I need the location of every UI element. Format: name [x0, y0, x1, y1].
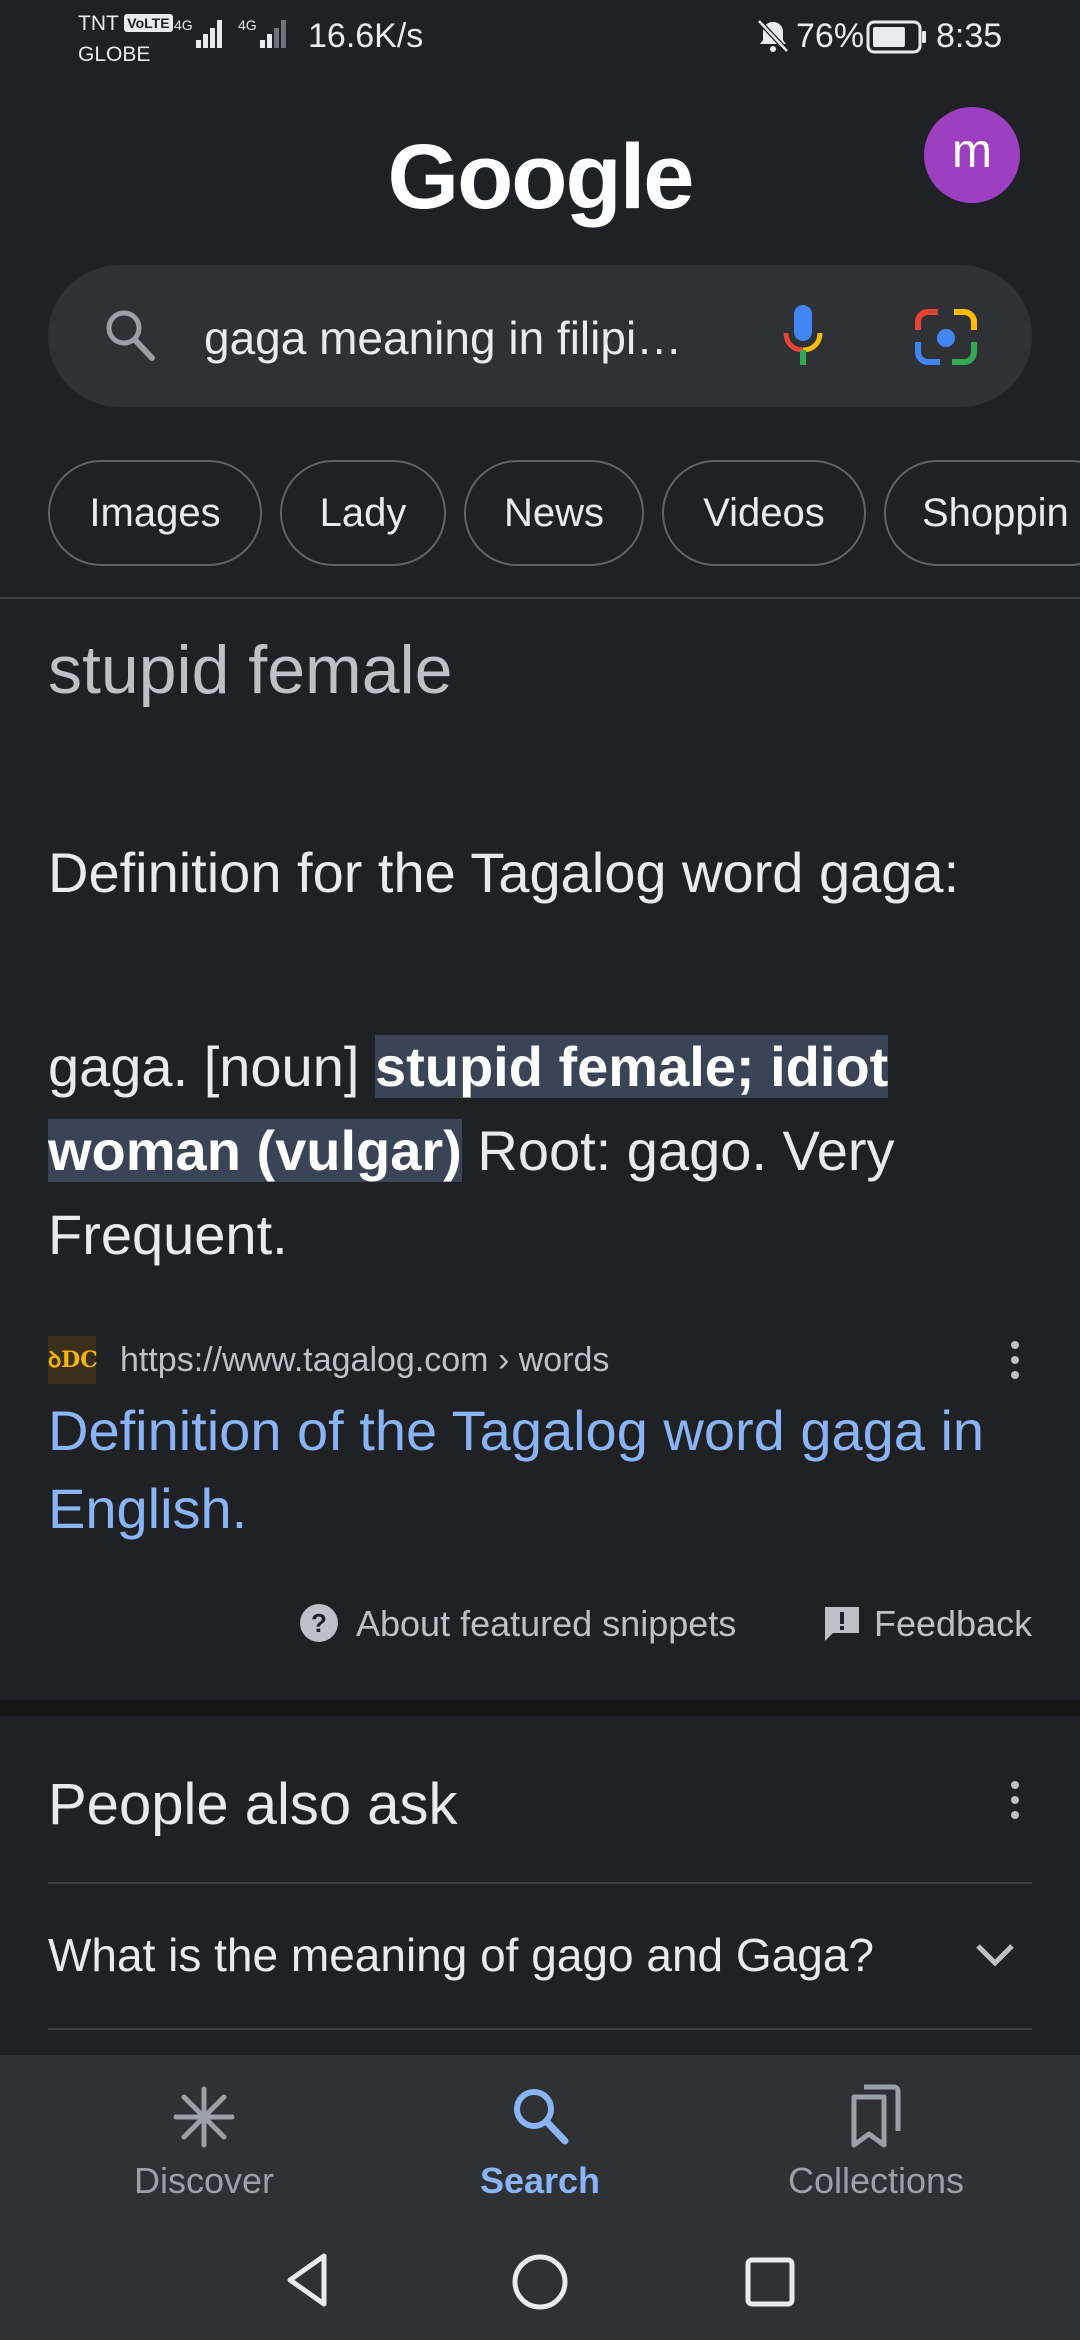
nav-discover-label[interactable]: Discover: [54, 2157, 354, 2205]
people-also-ask-title: People also ask: [48, 1772, 458, 1837]
volte-badge: VoLTE: [124, 14, 173, 32]
search-query[interactable]: gaga meaning in filipi…: [204, 311, 724, 365]
network-type-label: 4G: [174, 17, 193, 33]
chip-news[interactable]: News: [464, 460, 644, 566]
featured-answer: stupid female: [48, 632, 453, 708]
discover-asterisk-icon[interactable]: [172, 2085, 236, 2149]
paa-question[interactable]: What is the meaning of gago and Gaga?: [48, 1925, 874, 1985]
svg-text:?: ?: [311, 1608, 327, 1638]
search-icon: [106, 310, 155, 361]
collections-icon[interactable]: [848, 2083, 904, 2149]
google-logo[interactable]: Google: [0, 122, 1080, 232]
chip-videos[interactable]: Videos: [662, 460, 866, 566]
bell-muted-icon: [757, 19, 789, 53]
result-title-link[interactable]: Definition of the Tagalog word gaga in E…: [48, 1392, 1038, 1548]
more-options-icon[interactable]: [1000, 1336, 1030, 1384]
site-favicon: ꝺDC: [48, 1336, 98, 1384]
clock: 8:35: [936, 17, 1003, 55]
chip-images[interactable]: Images: [48, 460, 262, 566]
carrier-label: TNT VoLTE GLOBE: [78, 8, 173, 70]
status-bar: TNT VoLTE GLOBE 4G 4G 16.6K/s 76% 8:35: [0, 0, 1080, 80]
recents-icon[interactable]: [744, 2256, 796, 2308]
google-lens-icon[interactable]: [914, 308, 978, 366]
definition-title: Definition for the Tagalog word gaga:: [48, 841, 960, 904]
signal-icon: 4G: [174, 17, 222, 48]
search-nav-icon[interactable]: [510, 2085, 570, 2147]
back-icon[interactable]: [282, 2250, 332, 2310]
nav-collections-label[interactable]: Collections: [726, 2157, 1026, 2205]
home-icon[interactable]: [510, 2252, 570, 2312]
battery-percent: 76%: [796, 17, 865, 55]
help-icon: ?: [300, 1604, 338, 1642]
source-url[interactable]: https://www.tagalog.com › words: [120, 1336, 609, 1384]
divider: [48, 2028, 1032, 2030]
network-speed: 16.6K/s: [308, 17, 424, 55]
carrier-tnt: TNT: [78, 12, 119, 35]
definition-text: gaga. [noun] stupid female; idiot woman …: [48, 1025, 1038, 1277]
signal-icon: 4G: [238, 17, 286, 48]
section-separator: [0, 1700, 1080, 1716]
nav-search-label[interactable]: Search: [390, 2157, 690, 2205]
carrier-globe: GLOBE: [78, 43, 151, 66]
feedback-icon: [825, 1607, 859, 1641]
chip-shopping[interactable]: Shoppin: [884, 460, 1080, 566]
definition-prefix: gaga. [noun]: [48, 1035, 375, 1098]
chevron-down-icon[interactable]: [974, 1940, 1016, 1970]
battery-icon: [866, 20, 926, 54]
account-avatar[interactable]: m: [924, 107, 1020, 203]
microphone-icon[interactable]: [780, 303, 826, 369]
feedback-link[interactable]: Feedback: [874, 1600, 1032, 1648]
divider: [0, 597, 1080, 599]
network-type-label: 4G: [238, 17, 257, 33]
more-options-icon[interactable]: [1000, 1776, 1030, 1824]
divider: [48, 1882, 1032, 1884]
about-snippets-link[interactable]: About featured snippets: [356, 1600, 736, 1648]
chip-lady[interactable]: Lady: [280, 460, 446, 566]
